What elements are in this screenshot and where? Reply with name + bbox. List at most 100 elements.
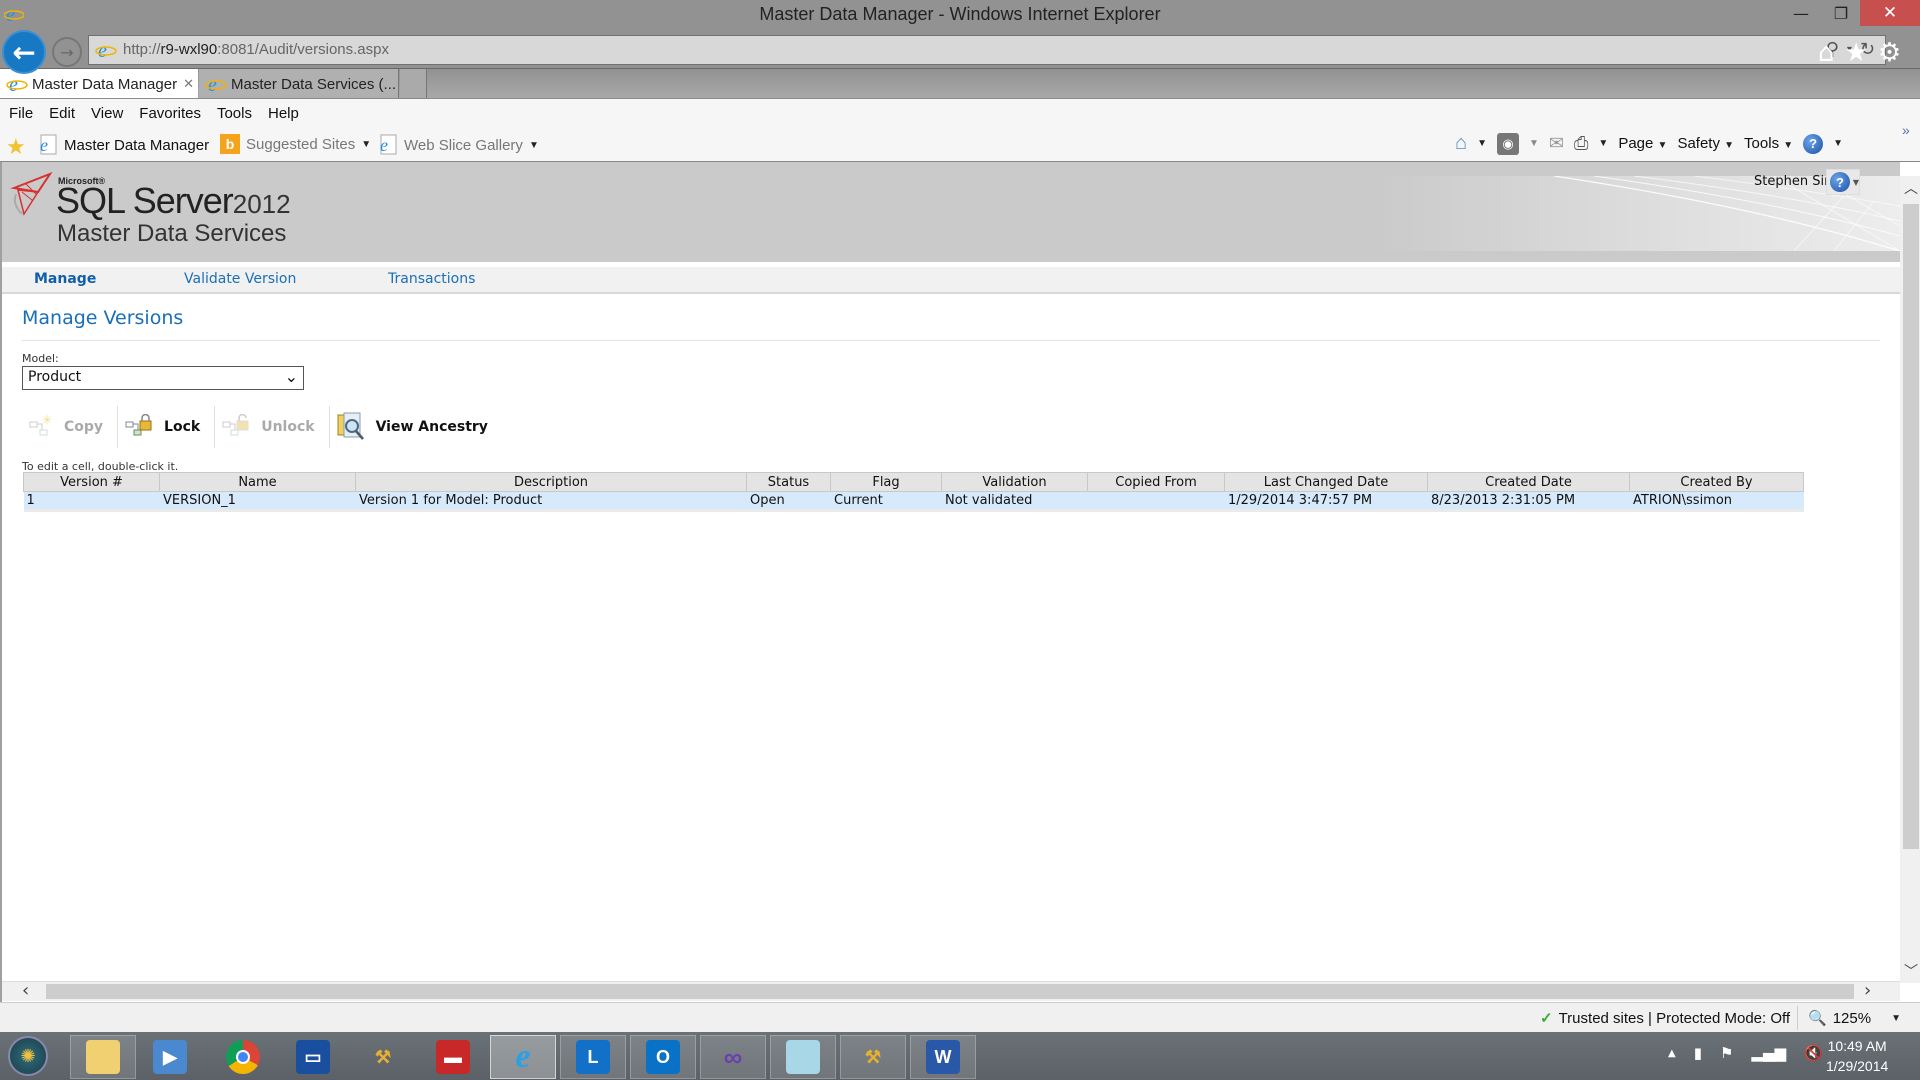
favorite-web-slice-gallery[interactable]: e Web Slice Gallery ▼ [378,134,539,156]
col-header-description[interactable]: Description [355,472,747,492]
menu-edit[interactable]: Edit [40,105,82,122]
view-ancestry-button[interactable]: View Ancestry [330,405,502,449]
tab-master-data-manager[interactable]: e Master Data Manager ✕ [0,69,198,99]
back-button[interactable]: ← [2,30,46,74]
menu-file[interactable]: File [0,105,40,122]
add-favorites-button[interactable]: ★ [6,134,26,160]
tab-strip: e Master Data Manager ✕ e Master Data Se… [0,68,1920,99]
chevron-down-icon[interactable]: ▼ [1598,138,1608,149]
read-mail-icon[interactable]: ✉ [1549,133,1564,154]
cell-description[interactable]: Version 1 for Model: Product [355,491,747,512]
copy-button[interactable]: ✳ Copy [22,405,117,449]
col-header-flag[interactable]: Flag [830,472,942,492]
start-button[interactable]: ✺ [8,1036,48,1076]
chevron-down-icon[interactable]: ▼ [1477,138,1487,149]
system-clock[interactable]: 10:49 AM 1/29/2014 [1826,1036,1888,1076]
tab-master-data-services[interactable]: e Master Data Services (... [199,69,399,99]
scroll-right-icon[interactable]: › [1864,980,1871,1001]
menu-tools[interactable]: Tools [208,105,259,122]
chevron-down-icon[interactable]: ▼ [1891,1013,1901,1024]
scroll-down-icon[interactable]: ﹀ [1900,961,1920,981]
toolbar-overflow-chevron[interactable]: » [1902,122,1910,138]
safety-menu[interactable]: Safety ▼ [1677,135,1734,152]
taskbar-outlook[interactable]: O [630,1035,696,1079]
vertical-scroll-thumb[interactable] [1903,204,1919,849]
page-menu[interactable]: Page ▼ [1618,135,1667,152]
nav-manage[interactable]: Manage [34,271,96,287]
print-icon[interactable]: ⎙ [1574,133,1588,154]
cell-flag[interactable]: Current [830,491,942,512]
col-header-validation[interactable]: Validation [941,472,1088,492]
vertical-scrollbar[interactable]: ︿ ﹀ [1900,176,1920,983]
horizontal-scrollbar[interactable]: ‹ › [2,980,1900,1001]
menu-favorites[interactable]: Favorites [130,105,208,122]
help-icon: ? [1830,172,1850,192]
gear-icon[interactable]: ⚙ [1878,38,1901,68]
col-header-name[interactable]: Name [159,472,356,492]
taskbar-notepad[interactable] [770,1035,836,1079]
action-center-flag-icon[interactable]: ⚑ [1720,1044,1733,1062]
taskbar-remote-desktop[interactable]: ▭ [280,1035,346,1079]
chevron-down-icon[interactable]: ▼ [1529,138,1539,149]
unlock-button[interactable]: Unlock [215,405,328,449]
network-signal-icon[interactable]: ▂▄▆ [1751,1044,1786,1062]
col-header-created-date[interactable]: Created Date [1427,472,1630,492]
help-menu-button[interactable]: ? ▼ [1826,169,1860,195]
cell-validation[interactable]: Not validated [941,491,1088,512]
favorite-suggested-sites[interactable]: b Suggested Sites ▼ [220,134,371,154]
chevron-down-icon[interactable]: ▼ [1833,138,1843,149]
battery-icon[interactable]: ▮ [1694,1044,1702,1062]
horizontal-scroll-thumb[interactable] [46,984,1854,999]
cell-copied-from[interactable] [1087,491,1225,512]
forward-button[interactable]: → [52,37,82,67]
toolbox-icon: ▬ [436,1040,470,1074]
taskbar-visual-studio[interactable]: ∞ [700,1035,766,1079]
rss-feed-icon[interactable]: ◉ [1497,132,1519,155]
favorites-star-icon[interactable]: ★ [1845,38,1868,68]
taskbar-lync[interactable]: L [560,1035,626,1079]
taskbar-file-explorer[interactable] [70,1035,136,1079]
taskbar-word[interactable]: W [910,1035,976,1079]
help-icon[interactable]: ? [1803,133,1824,154]
url-text[interactable]: http://r9-wxl90:8081/Audit/versions.aspx [123,41,389,58]
cell-created-by[interactable]: ATRION\ssimon [1629,491,1804,512]
close-tab-icon[interactable]: ✕ [183,76,194,92]
security-zone[interactable]: ✓ Trusted sites | Protected Mode: Off [1540,1009,1790,1028]
col-header-version[interactable]: Version # [23,472,160,492]
table-row[interactable]: 1 VERSION_1 Version 1 for Model: Product… [23,491,1804,512]
taskbar-mds-config-2[interactable]: ⚒ [840,1035,906,1079]
cell-last-changed[interactable]: 1/29/2014 3:47:57 PM [1224,491,1428,512]
address-bar[interactable]: e http://r9-wxl90:8081/Audit/versions.as… [88,35,1886,65]
col-header-last-changed[interactable]: Last Changed Date [1224,472,1428,492]
model-select[interactable]: Product ⌄ [22,366,304,390]
col-header-created-by[interactable]: Created By [1629,472,1804,492]
taskbar-internet-explorer[interactable]: e [490,1035,556,1079]
col-header-status[interactable]: Status [746,472,831,492]
scroll-left-icon[interactable]: ‹ [22,980,29,1001]
cell-version[interactable]: 1 [23,491,160,512]
maximize-button[interactable]: ❐ [1818,0,1864,26]
taskbar-mds-config[interactable]: ⚒ [350,1035,416,1079]
cell-status[interactable]: Open [746,491,831,512]
menu-view[interactable]: View [82,105,130,122]
tools-menu[interactable]: Tools ▼ [1744,135,1793,152]
taskbar-toolbox[interactable]: ▬ [420,1035,486,1079]
nav-transactions[interactable]: Transactions [388,271,475,287]
menu-help[interactable]: Help [259,105,306,122]
nav-validate-version[interactable]: Validate Version [184,271,296,287]
home-page-icon[interactable]: ⌂ [1455,132,1467,155]
new-tab-button[interactable] [400,69,427,99]
taskbar-media-player[interactable]: ▶ [137,1035,203,1079]
cell-name[interactable]: VERSION_1 [159,491,356,512]
home-icon[interactable]: ⌂ [1818,38,1835,68]
cell-created-date[interactable]: 8/23/2013 2:31:05 PM [1427,491,1630,512]
col-header-copied-from[interactable]: Copied From [1087,472,1225,492]
zoom-level-button[interactable]: 🔍 125% ▼ [1808,1009,1901,1028]
lock-button[interactable]: Lock [118,405,214,449]
close-button[interactable]: ✕ [1860,0,1920,26]
scroll-up-icon[interactable]: ︿ [1900,178,1920,198]
show-hidden-icons[interactable]: ▲ [1668,1048,1676,1059]
taskbar-chrome[interactable] [210,1035,276,1079]
volume-muted-icon[interactable]: 🔇 [1804,1044,1823,1062]
favorite-master-data-manager[interactable]: e Master Data Manager [38,134,209,156]
